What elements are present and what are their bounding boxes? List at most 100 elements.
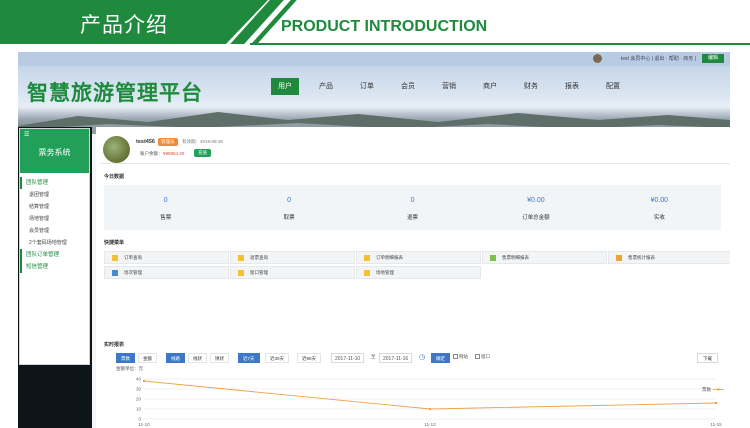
main-nav: 用户 产品 订单 会员 营销 商户 财务 报表 配置 — [271, 78, 640, 96]
sidebar-panel: ☰ 票务系统 团队管理 退团管理 结算管理 场地管理 会员管理 2个套码场地管理 团队订单管… — [19, 128, 90, 365]
stat-4: ¥0.00 实收 — [598, 185, 721, 230]
menu-item-icon — [238, 255, 244, 261]
validity-text: 有效期：2019-09-30 — [182, 139, 224, 144]
sidebar-item-2[interactable]: 结算管理 — [20, 201, 89, 213]
sidebar-item-4[interactable]: 会员管理 — [20, 225, 89, 237]
slide-title-en: PRODUCT INTRODUCTION — [281, 18, 488, 35]
brand-title: 智慧旅游管理平台 — [27, 82, 203, 105]
quick-menu-item[interactable]: 窗口管理 — [230, 266, 355, 279]
balance-label: 账户余额： — [140, 151, 163, 156]
checkbox-box[interactable] — [475, 354, 480, 359]
range-tab[interactable]: 近7天 — [238, 353, 260, 363]
checkbox-box[interactable] — [453, 354, 458, 359]
sidebar-item-6[interactable]: 团队订单管理 — [20, 249, 89, 261]
quick-menu-item[interactable]: 售票统计报表 — [608, 251, 730, 264]
nav-item-2[interactable]: 订单 — [353, 78, 381, 95]
stat-value: 0 — [163, 197, 168, 204]
stat-value: 0 — [410, 197, 415, 204]
sidebar-title: 票务系统 — [38, 148, 71, 157]
menu-item-label: 售票明细报表 — [502, 255, 529, 260]
date-separator: 至 — [371, 354, 376, 359]
main-content: test456 管理员 有效期：2019-09-30 账户余额： ¥99954.… — [96, 127, 730, 428]
chart-type-tab[interactable]: 饼状 — [210, 353, 229, 363]
menu-item-icon — [238, 270, 244, 276]
menu-collapse-icon[interactable]: ☰ — [24, 131, 29, 138]
stat-value: ¥0.00 — [650, 197, 669, 204]
stat-0: 0 售票 — [104, 185, 227, 230]
quick-menu-item[interactable]: 退票查询 — [230, 251, 355, 264]
nav-item-3[interactable]: 会员 — [394, 78, 422, 95]
menu-item-icon — [364, 270, 370, 276]
y-tick-label: 10 — [136, 407, 142, 412]
range-tab[interactable]: 近90天 — [297, 353, 322, 363]
sidebar-item-0[interactable]: 团队管理 — [20, 177, 89, 189]
profile-avatar — [103, 136, 130, 163]
stat-value: ¥0.00 — [527, 197, 545, 204]
chart-type-tab[interactable]: 线路 — [166, 353, 185, 363]
sidebar-items: 团队管理 退团管理 结算管理 场地管理 会员管理 2个套码场地管理 团队订单管理 短信管理 — [20, 173, 89, 273]
sidebar-item-5[interactable]: 2个套码场地管理 — [20, 237, 89, 249]
menu-item-icon — [490, 255, 496, 261]
y-tick-label: 40 — [136, 377, 142, 382]
recharge-button[interactable]: 充值 — [194, 149, 211, 157]
date-to-input[interactable]: 2017-11-16 — [379, 353, 413, 363]
nav-item-0[interactable]: 用户 — [271, 78, 299, 95]
metric-tab[interactable]: 金额 — [138, 353, 157, 363]
balance-value: ¥99954.20 — [163, 151, 185, 156]
date-from-input[interactable]: 2017-11-10 — [331, 353, 365, 363]
menu-item-label: 售票统计报表 — [628, 255, 655, 260]
nav-item-4[interactable]: 营销 — [435, 78, 463, 95]
stat-label: 售票 — [160, 215, 172, 221]
nav-item-7[interactable]: 报表 — [558, 78, 586, 95]
nav-item-5[interactable]: 商户 — [476, 78, 504, 95]
data-point — [142, 379, 146, 383]
stat-value: 0 — [287, 197, 292, 204]
range-tab[interactable]: 近30天 — [265, 353, 290, 363]
menu-item-label: 场次管理 — [124, 270, 142, 275]
menu-item-label: 订单查询 — [124, 255, 142, 260]
sidebar-item-7[interactable]: 短信管理 — [20, 261, 89, 273]
filter-checkbox[interactable]: 网站 — [453, 354, 468, 360]
quick-menu: 订单查询 退票查询 订单明细报表 售票明细报表 售票统计报表场次管理 窗口管理 场地管理 — [104, 251, 730, 282]
report-title: 实时报表 — [104, 342, 125, 348]
sidebar-item-1[interactable]: 退团管理 — [20, 189, 89, 201]
quick-menu-item[interactable]: 场地管理 — [356, 266, 481, 279]
profile-card: test456 管理员 有效期：2019-09-30 账户余额： ¥99954.… — [100, 133, 730, 164]
quick-menu-item[interactable]: 售票明细报表 — [482, 251, 607, 264]
stat-label: 订单总金额 — [522, 215, 550, 221]
role-badge: 管理员 — [158, 138, 178, 146]
calendar-icon[interactable]: ◷ — [419, 353, 425, 361]
menu-item-label: 场地管理 — [376, 270, 394, 275]
series-line — [143, 380, 717, 410]
stat-3: ¥0.00 订单总金额 — [474, 185, 597, 230]
edit-button[interactable]: 编辑 — [702, 54, 724, 63]
legend-marker — [717, 388, 720, 391]
quick-menu-item[interactable]: 场次管理 — [104, 266, 229, 279]
data-point — [428, 407, 432, 411]
sidebar: ☰ 票务系统 团队管理 退团管理 结算管理 场地管理 会员管理 2个套码场地管理 团队订单管… — [18, 127, 92, 428]
metric-tab[interactable]: 票数 — [116, 353, 135, 363]
confirm-button[interactable]: 确定 — [431, 353, 450, 363]
menu-item-icon — [112, 255, 118, 261]
menu-item-label: 退票查询 — [250, 255, 268, 260]
unit-label: 金额单位：元 — [116, 366, 143, 371]
menu-item-icon — [364, 255, 370, 261]
nav-item-8[interactable]: 配置 — [599, 78, 627, 95]
legend-label: 票数 — [702, 386, 711, 393]
sidebar-item-3[interactable]: 场地管理 — [20, 213, 89, 225]
nav-item-1[interactable]: 产品 — [312, 78, 340, 95]
user-links[interactable]: test 会员中心 | 退出 · 帮助 · 商务 | — [621, 55, 696, 62]
stat-2: 0 退票 — [351, 185, 474, 230]
download-button[interactable]: 下载 — [697, 353, 718, 363]
chart-type-tab[interactable]: 线状 — [188, 353, 207, 363]
quick-menu-item[interactable]: 订单明细报表 — [356, 251, 481, 264]
profile-name: test456 — [136, 139, 155, 145]
sidebar-header: ☰ 票务系统 — [20, 129, 89, 173]
title-underline — [250, 43, 750, 45]
filter-checkbox[interactable]: 窗口 — [475, 354, 490, 360]
quick-menu-item[interactable]: 订单查询 — [104, 251, 229, 264]
user-avatar[interactable] — [593, 54, 602, 63]
banner: 智慧旅游管理平台 用户 产品 订单 会员 营销 商户 财务 报表 配置 — [18, 66, 730, 134]
x-tick-label: 11-13 — [424, 422, 436, 427]
nav-item-6[interactable]: 财务 — [517, 78, 545, 95]
